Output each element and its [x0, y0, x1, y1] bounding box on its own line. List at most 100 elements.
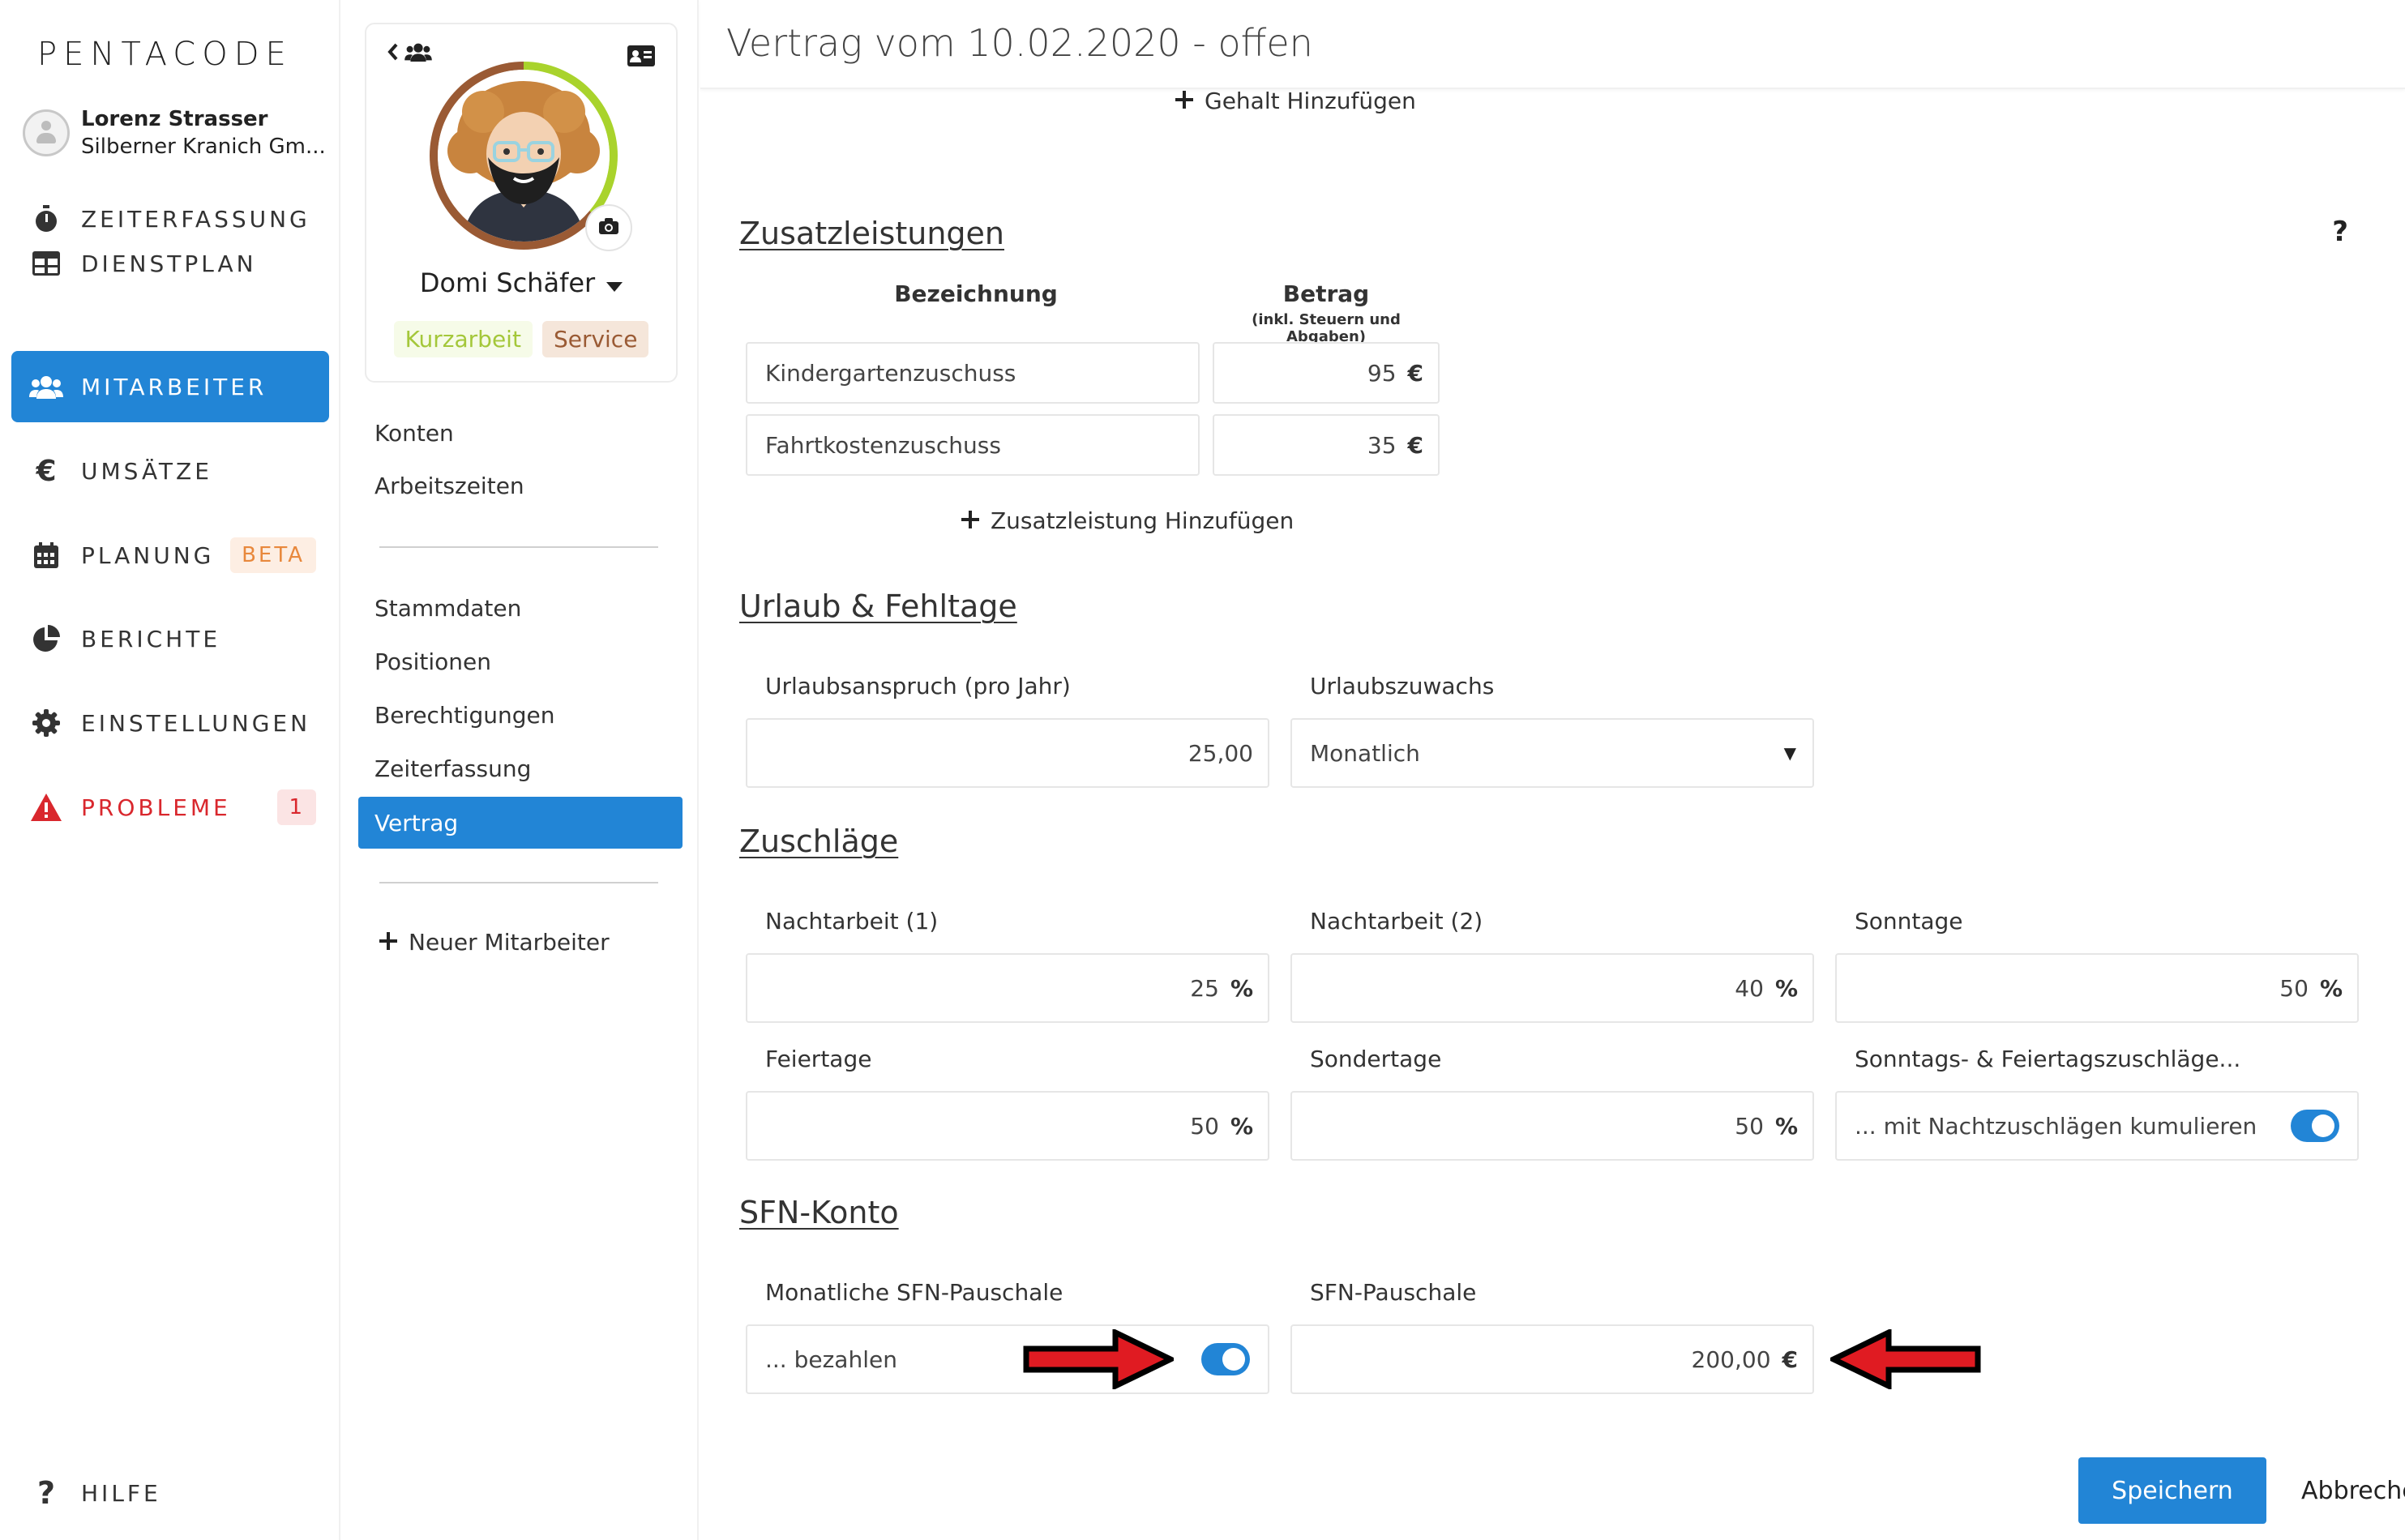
- vacation-accrual-select[interactable]: Monatlich ▼: [1290, 718, 1814, 788]
- user-name: Lorenz Strasser: [81, 107, 268, 131]
- percent-unit: %: [1230, 1112, 1253, 1140]
- benefit-name-input[interactable]: Fahrtkostenzuschuss: [746, 414, 1200, 476]
- night-work-2-value: 40: [1735, 974, 1764, 1002]
- add-salary-label: Gehalt Hinzufügen: [1205, 88, 1416, 114]
- sfn-flat-label: SFN-Pauschale: [1310, 1279, 1477, 1306]
- title-bar: Vertrag vom 10.02.2020 - offen: [700, 0, 2405, 89]
- add-benefit-button[interactable]: Zusatzleistung Hinzufügen: [961, 507, 1294, 534]
- nav-item-mitarbeiter[interactable]: MITARBEITER: [11, 351, 329, 422]
- arrow-right-icon: [1023, 1329, 1174, 1389]
- submenu-berechtigungen[interactable]: Berechtigungen: [374, 702, 554, 729]
- cumulate-night-surcharge-toggle[interactable]: [2291, 1110, 2339, 1142]
- nav-item-label: PROBLEME: [81, 794, 231, 821]
- back-to-employees-button[interactable]: [387, 42, 433, 65]
- vacation-accrual-label: Urlaubszuwachs: [1310, 673, 1495, 699]
- benefit-amount-input[interactable]: 35 €: [1213, 414, 1440, 476]
- caret-down-icon: ▼: [1783, 743, 1796, 763]
- employee-column: Domi Schäfer Kurzarbeit Service Konten A…: [342, 0, 699, 1540]
- sunday-holiday-surcharge-label: Sonntags- & Feiertagszuschläge...: [1855, 1046, 2241, 1072]
- benefit-amount-value: 35: [1367, 431, 1397, 459]
- user-company: Silberner Kranich Gm...: [81, 135, 326, 159]
- nav-item-label: BERICHTE: [81, 625, 221, 652]
- user-info[interactable]: Lorenz Strasser Silberner Kranich Gm...: [23, 107, 326, 159]
- night-work-1-label: Nachtarbeit (1): [765, 908, 939, 935]
- submenu-arbeitszeiten[interactable]: Arbeitszeiten: [374, 473, 524, 499]
- new-employee-label: Neuer Mitarbeiter: [409, 929, 610, 956]
- monthly-sfn-flat-text: ... bezahlen: [765, 1345, 897, 1373]
- problem-count-badge: 1: [277, 789, 316, 825]
- table-icon: [11, 251, 81, 276]
- submenu-divider: [379, 546, 658, 548]
- question-icon: ?: [36, 1475, 56, 1511]
- special-days-value: 50: [1735, 1112, 1764, 1140]
- nav-item-berichte[interactable]: BERICHTE: [11, 603, 329, 674]
- users-icon: [404, 42, 433, 65]
- benefit-amount-input[interactable]: 95 €: [1213, 342, 1440, 404]
- new-employee-button[interactable]: Neuer Mitarbeiter: [379, 929, 610, 956]
- plus-icon: [1175, 88, 1193, 114]
- gear-icon: [11, 709, 81, 737]
- id-card-icon[interactable]: [627, 45, 655, 70]
- calendar-icon: [11, 542, 81, 568]
- nav-item-einstellungen[interactable]: EINSTELLUNGEN: [11, 687, 329, 759]
- vacation-entitlement-value: 25,00: [1188, 739, 1253, 767]
- euro-icon: €: [36, 454, 57, 488]
- cumulate-night-surcharge-label: ... mit Nachtzuschlägen kumulieren: [1855, 1112, 2257, 1140]
- nav-item-probleme[interactable]: PROBLEME 1: [11, 772, 329, 843]
- plus-icon: [961, 507, 979, 534]
- submenu-zeiterfassung[interactable]: Zeiterfassung: [374, 755, 531, 782]
- employee-name-dropdown[interactable]: Domi Schäfer: [366, 267, 676, 298]
- night-work-1-input[interactable]: 25 %: [746, 953, 1269, 1023]
- monthly-sfn-flat-toggle[interactable]: [1201, 1343, 1250, 1375]
- section-title-zuschlaege: Zuschläge: [739, 823, 899, 859]
- avatar-illustration: [438, 70, 610, 242]
- change-photo-button[interactable]: [585, 204, 632, 251]
- sundays-input[interactable]: 50 %: [1835, 953, 2359, 1023]
- holidays-input[interactable]: 50 %: [746, 1091, 1269, 1161]
- submenu-positionen[interactable]: Positionen: [374, 648, 491, 675]
- night-work-2-label: Nachtarbeit (2): [1310, 908, 1483, 935]
- section-title-sfn-konto: SFN-Konto: [739, 1195, 899, 1230]
- nav-item-umsaetze[interactable]: € UMSÄTZE: [11, 435, 329, 507]
- monthly-sfn-flat-label: Monatliche SFN-Pauschale: [765, 1279, 1063, 1306]
- vacation-entitlement-input[interactable]: 25,00: [746, 718, 1269, 788]
- vacation-accrual-value: Monatlich: [1310, 739, 1420, 767]
- benefit-name-input[interactable]: Kindergartenzuschuss: [746, 342, 1200, 404]
- nav-item-hilfe[interactable]: ? HILFE: [11, 1457, 329, 1529]
- employee-tags: Kurzarbeit Service: [366, 321, 676, 357]
- sundays-label: Sonntage: [1855, 908, 1963, 935]
- help-button[interactable]: ?: [2332, 216, 2348, 248]
- column-header-bezeichnung: Bezeichnung: [894, 280, 1058, 307]
- sfn-flat-input[interactable]: 200,00 €: [1290, 1324, 1814, 1394]
- submenu-stammdaten[interactable]: Stammdaten: [374, 595, 521, 622]
- submenu-konten[interactable]: Konten: [374, 420, 454, 447]
- users-icon: [11, 374, 81, 399]
- tag-service: Service: [541, 321, 649, 357]
- nav-item-planung[interactable]: PLANUNG BETA: [11, 520, 329, 591]
- night-work-2-input[interactable]: 40 %: [1290, 953, 1814, 1023]
- nav-item-label: DIENSTPLAN: [81, 250, 257, 277]
- page-title: Vertrag vom 10.02.2020 - offen: [726, 21, 1313, 65]
- column-header-betrag: Betrag: [1282, 280, 1370, 307]
- holidays-value: 50: [1190, 1112, 1219, 1140]
- employee-name: Domi Schäfer: [419, 267, 596, 298]
- plus-icon: [379, 929, 397, 956]
- nav-item-dienstplan[interactable]: DIENSTPLAN: [11, 228, 329, 299]
- submenu-divider: [379, 882, 658, 883]
- save-button[interactable]: Speichern: [2078, 1457, 2266, 1524]
- percent-unit: %: [1774, 974, 1798, 1002]
- special-days-input[interactable]: 50 %: [1290, 1091, 1814, 1161]
- percent-unit: %: [1230, 974, 1253, 1002]
- cancel-button[interactable]: Abbrechen: [2301, 1457, 2405, 1524]
- special-days-label: Sondertage: [1310, 1046, 1442, 1072]
- pie-chart-icon: [11, 625, 81, 652]
- monthly-sfn-flat-field: ... bezahlen: [746, 1324, 1269, 1394]
- tag-kurzarbeit: Kurzarbeit: [393, 321, 533, 357]
- add-salary-button[interactable]: Gehalt Hinzufügen: [1175, 88, 1416, 114]
- section-title-urlaub: Urlaub & Fehltage: [739, 588, 1017, 624]
- nav-item-label: EINSTELLUNGEN: [81, 709, 311, 737]
- beta-badge: BETA: [230, 537, 316, 573]
- app-logo[interactable]: PENTACODE: [37, 36, 293, 73]
- nav-item-label: HILFE: [81, 1479, 161, 1507]
- submenu-vertrag[interactable]: Vertrag: [358, 797, 683, 849]
